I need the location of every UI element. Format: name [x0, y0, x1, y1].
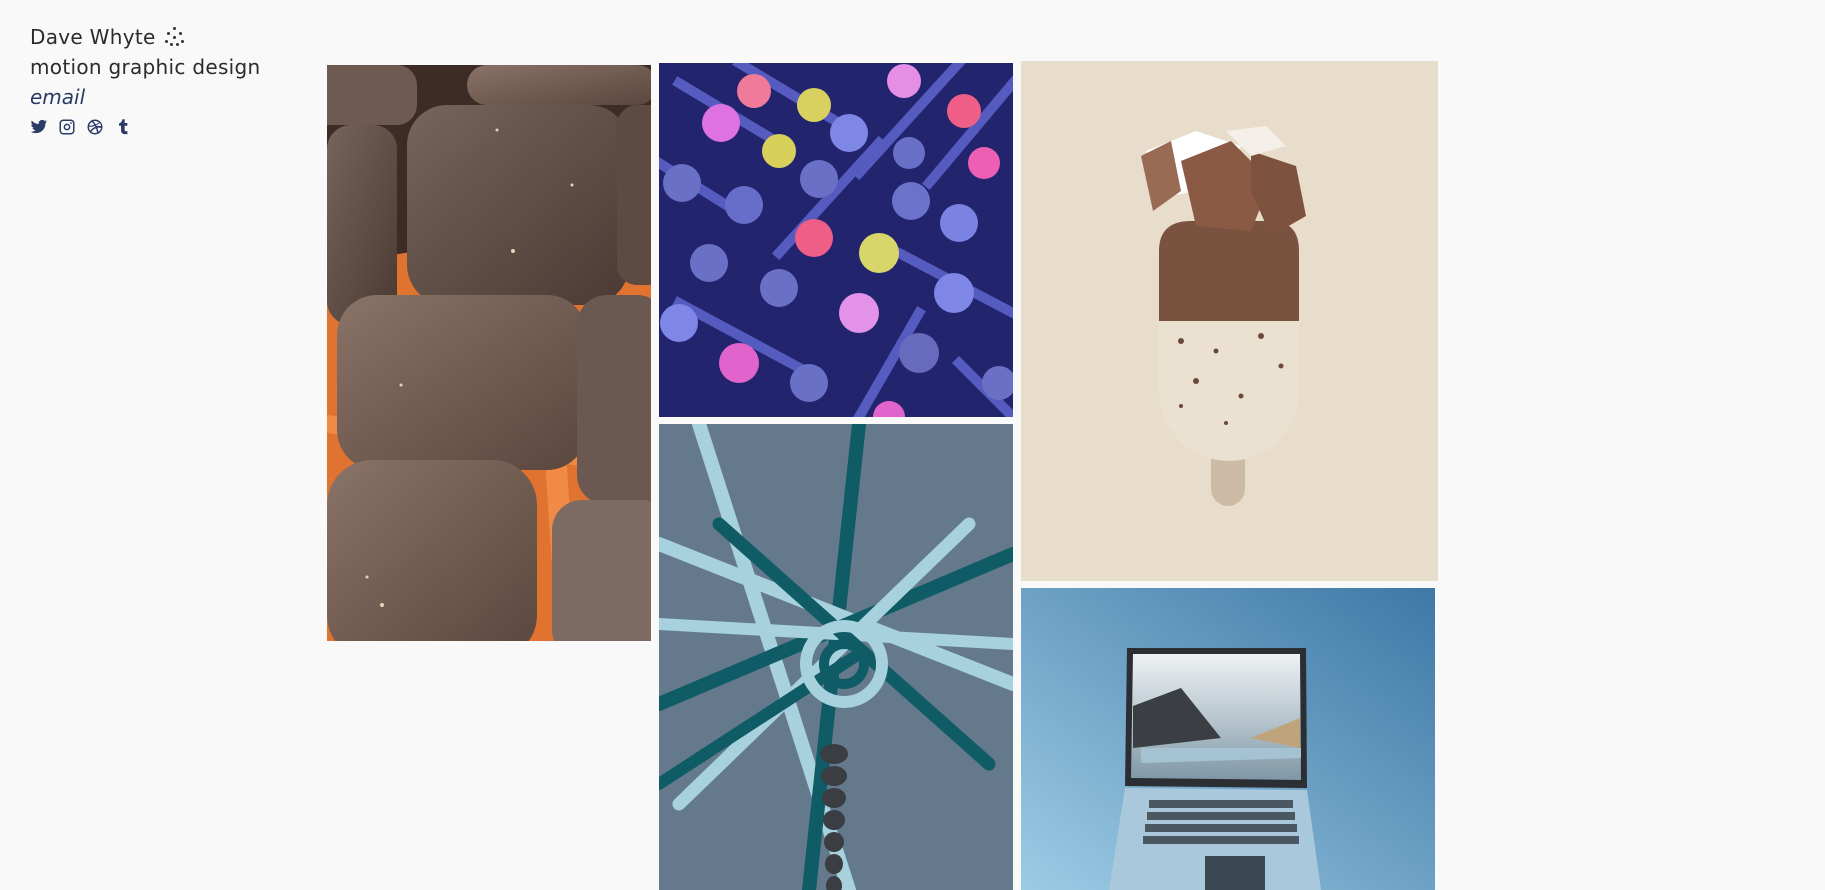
- maze-cylinders-tile[interactable]: [659, 63, 1013, 417]
- instagram-icon[interactable]: [58, 118, 76, 136]
- social-links: [30, 118, 261, 136]
- laptop-image: [1021, 588, 1435, 890]
- site-header: Dave Whyte motion graphic design email: [30, 22, 261, 136]
- email-link[interactable]: email: [30, 82, 261, 112]
- laptop-tile[interactable]: [1021, 588, 1435, 890]
- rope-knot-tile[interactable]: [659, 424, 1013, 890]
- chocolate-squares-image: [327, 65, 651, 641]
- rope-knot-image: [659, 424, 1013, 890]
- site-title[interactable]: Dave Whyte: [30, 22, 156, 52]
- chocolate-squares-tile[interactable]: [327, 65, 651, 641]
- dribbble-icon[interactable]: [86, 118, 104, 136]
- site-subtitle: motion graphic design: [30, 55, 261, 79]
- chocolate-icecream-image: [1021, 61, 1438, 581]
- name-row: Dave Whyte: [30, 22, 261, 52]
- sparkle-dots-icon: [164, 26, 186, 48]
- maze-cylinders-image: [659, 63, 1013, 417]
- chocolate-icecream-tile[interactable]: [1021, 61, 1438, 581]
- tumblr-icon[interactable]: [114, 118, 132, 136]
- twitter-icon[interactable]: [30, 118, 48, 136]
